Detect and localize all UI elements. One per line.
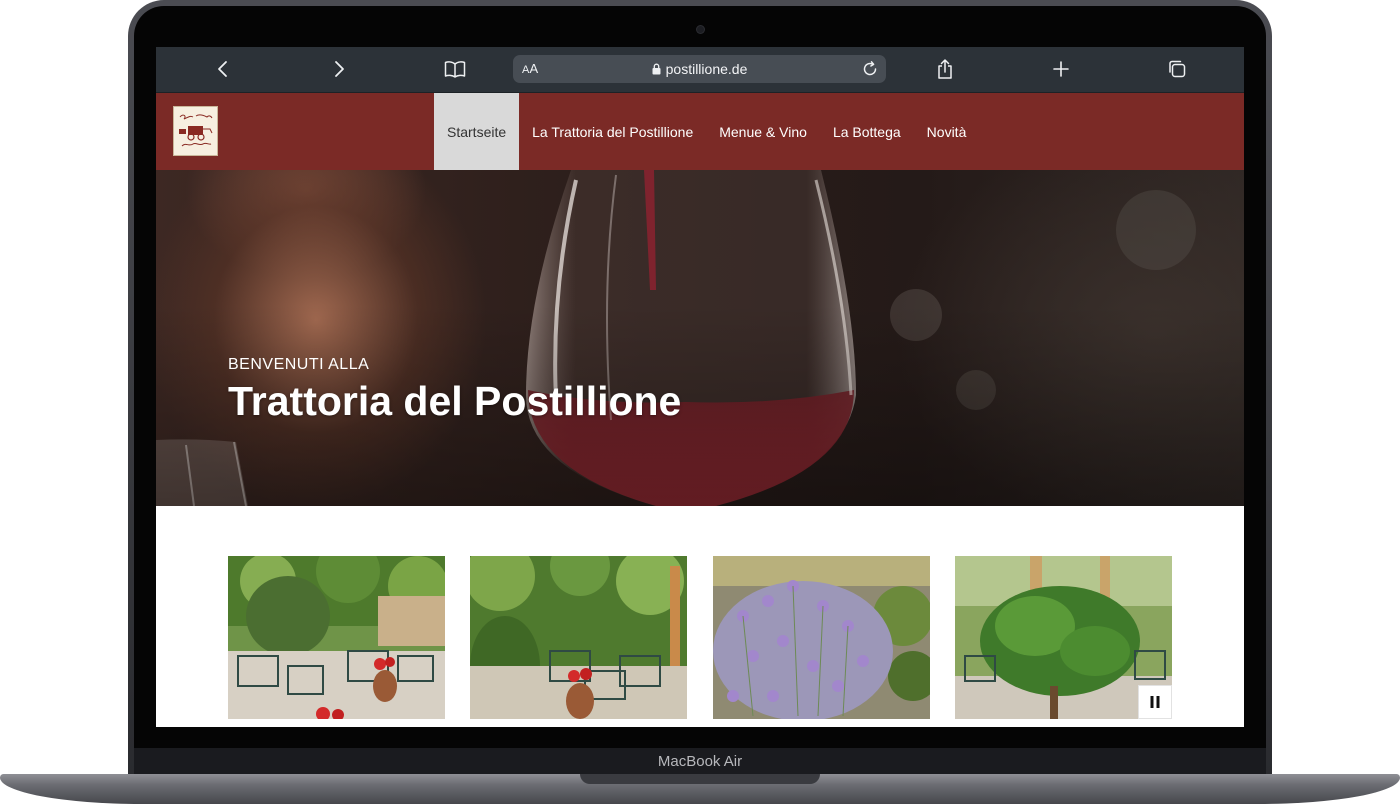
chevron-left-icon bbox=[218, 61, 227, 77]
laptop-base bbox=[0, 774, 1400, 804]
gallery-photo-terrace[interactable] bbox=[228, 556, 445, 719]
carriage-logo-icon bbox=[179, 114, 213, 147]
slideshow-pause-button[interactable] bbox=[1138, 685, 1172, 719]
hero-banner: BENVENUTI ALLA Trattoria del Postillione bbox=[156, 170, 1244, 506]
forward-button[interactable] bbox=[324, 55, 354, 83]
laptop-chin: MacBook Air bbox=[134, 748, 1266, 776]
url-text: postillione.de bbox=[665, 61, 748, 77]
camera-dot bbox=[697, 26, 704, 33]
plus-icon bbox=[1053, 61, 1069, 77]
nav-item-trattoria[interactable]: La Trattoria del Postillione bbox=[519, 93, 706, 170]
bookmarks-button[interactable] bbox=[440, 55, 470, 83]
address-bar[interactable]: AA postillione.de bbox=[513, 55, 886, 83]
hero-title: Trattoria del Postillione bbox=[228, 378, 682, 424]
hero-overlay bbox=[156, 170, 1244, 506]
site-header: Startseite La Trattoria del Postillione … bbox=[156, 93, 1244, 170]
chevron-right-icon bbox=[335, 61, 344, 77]
tab-overview-button[interactable] bbox=[1162, 55, 1192, 83]
url-display: postillione.de bbox=[513, 61, 886, 77]
nav-item-menue-vino[interactable]: Menue & Vino bbox=[706, 93, 820, 170]
lock-icon bbox=[652, 63, 661, 75]
share-icon bbox=[938, 59, 952, 79]
nav-item-novita[interactable]: Novità bbox=[914, 93, 980, 170]
reload-icon[interactable] bbox=[860, 59, 880, 79]
back-button[interactable] bbox=[208, 55, 238, 83]
base-notch bbox=[580, 774, 820, 784]
book-icon bbox=[444, 61, 466, 78]
hero-kicker: BENVENUTI ALLA bbox=[228, 356, 370, 373]
main-navigation: Startseite La Trattoria del Postillione … bbox=[434, 93, 979, 170]
site-logo[interactable] bbox=[173, 106, 218, 156]
browser-screen: AA postillione.de Startseite La Trattori… bbox=[156, 47, 1244, 727]
tabs-icon bbox=[1169, 60, 1186, 78]
new-tab-button[interactable] bbox=[1046, 55, 1076, 83]
nav-item-startseite[interactable]: Startseite bbox=[434, 93, 520, 170]
photo-gallery bbox=[228, 556, 1172, 719]
gallery-photo-lavender[interactable] bbox=[713, 556, 930, 719]
nav-item-bottega[interactable]: La Bottega bbox=[820, 93, 914, 170]
device-label: MacBook Air bbox=[657, 753, 743, 770]
browser-toolbar: AA postillione.de bbox=[156, 47, 1244, 93]
gallery-photo-garden[interactable] bbox=[470, 556, 687, 719]
pause-icon bbox=[1150, 696, 1160, 708]
share-button[interactable] bbox=[930, 55, 960, 83]
